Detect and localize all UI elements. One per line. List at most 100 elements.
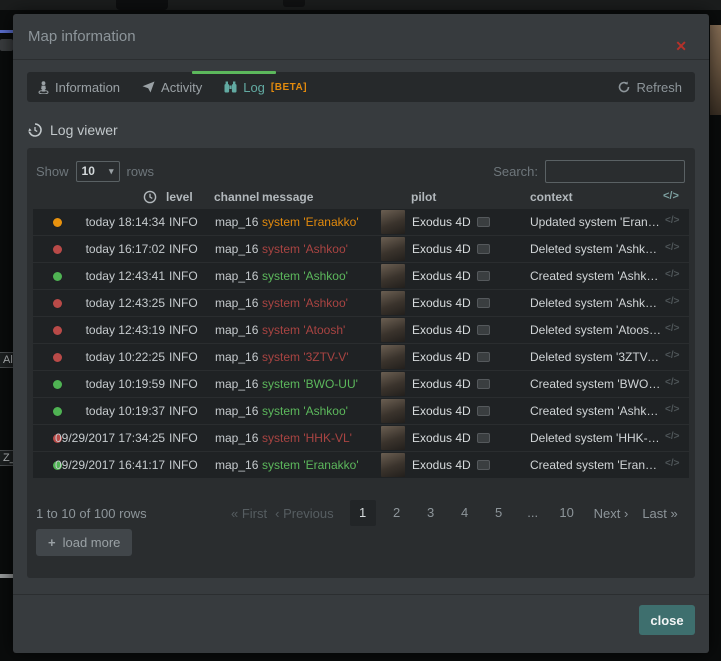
table-row[interactable]: today 10:19:37 INFO map_16 system 'Ashko…: [33, 398, 689, 424]
character-sheet-icon: [477, 352, 490, 362]
pilot-name: Exodus 4D: [412, 242, 471, 256]
table-row[interactable]: today 12:43:41 INFO map_16 system 'Ashko…: [33, 263, 689, 289]
header-channel[interactable]: channel: [214, 190, 259, 204]
row-time: today 10:19:59: [55, 377, 165, 391]
row-channel: map_16: [215, 269, 258, 283]
header-level[interactable]: level: [166, 190, 193, 204]
row-channel: map_16: [215, 296, 258, 310]
refresh-button[interactable]: Refresh: [605, 80, 695, 95]
plane-icon: [142, 81, 155, 93]
search-input[interactable]: [545, 160, 685, 183]
table-row[interactable]: today 16:17:02 INFO map_16 system 'Ashko…: [33, 236, 689, 262]
row-message: system 'BWO-UU': [262, 377, 358, 391]
pilot-avatar: [381, 426, 405, 450]
code-icon: </>: [665, 431, 679, 442]
row-channel: map_16: [215, 323, 258, 337]
history-icon: [27, 123, 42, 137]
plus-icon: +: [48, 535, 56, 550]
first-page-button[interactable]: « First: [231, 506, 267, 521]
clock-icon: [143, 190, 157, 204]
load-more-button[interactable]: + load more: [36, 529, 132, 556]
row-message: system 'Eranakko': [262, 215, 359, 229]
dialog-title: Map information: [28, 28, 136, 45]
row-context: Deleted system 'Ashkoo' ...: [530, 296, 662, 310]
page-button[interactable]: 3: [418, 500, 444, 526]
table-row[interactable]: today 10:22:25 INFO map_16 system '3ZTV-…: [33, 344, 689, 370]
table-row[interactable]: today 12:43:25 INFO map_16 system 'Ashko…: [33, 290, 689, 316]
tab-log[interactable]: Log [BETA]: [213, 72, 318, 102]
row-message: system 'Ashkoo': [262, 269, 348, 283]
row-time: today 12:43:25: [55, 296, 165, 310]
row-message: system 'Atoosh': [262, 323, 345, 337]
character-sheet-icon: [477, 244, 490, 254]
pilot-name: Exodus 4D: [412, 269, 471, 283]
table-row[interactable]: 09/29/2017 17:34:25 INFO map_16 system '…: [33, 425, 689, 451]
row-context: Created system 'Ashkoo' ...: [530, 404, 662, 418]
row-level: INFO: [169, 431, 198, 445]
row-message: system 'Ashkoo': [262, 296, 348, 310]
row-time: 09/29/2017 16:41:17: [55, 458, 165, 472]
row-pilot: Exodus 4D: [412, 269, 490, 283]
pilot-avatar: [381, 453, 405, 477]
character-sheet-icon: [477, 406, 490, 416]
row-channel: map_16: [215, 458, 258, 472]
binoculars-icon: [224, 81, 237, 93]
background-map-shape: [0, 39, 13, 51]
character-sheet-icon: [477, 460, 490, 470]
pilot-avatar: [381, 291, 405, 315]
row-time: today 12:43:41: [55, 269, 165, 283]
row-context: Created system 'Eranakko...: [530, 458, 662, 472]
row-level: INFO: [169, 323, 198, 337]
table-body: today 18:14:34 INFO map_16 system 'Erana…: [33, 209, 689, 479]
code-icon: </>: [665, 458, 679, 469]
page-button[interactable]: 4: [452, 500, 478, 526]
character-sheet-icon: [477, 433, 490, 443]
close-icon[interactable]: ✕: [675, 39, 687, 53]
row-context: Deleted system 'HHK-VL' ...: [530, 431, 662, 445]
close-button[interactable]: close: [639, 605, 695, 635]
next-page-button[interactable]: Next ›: [594, 506, 629, 521]
row-channel: map_16: [215, 431, 258, 445]
page-button[interactable]: 1: [350, 500, 376, 526]
table-row[interactable]: today 18:14:34 INFO map_16 system 'Erana…: [33, 209, 689, 235]
row-level: INFO: [169, 350, 198, 364]
code-icon: </>: [663, 190, 679, 202]
character-sheet-icon: [477, 379, 490, 389]
row-context: Created system 'BWO-UU'...: [530, 377, 662, 391]
page-button[interactable]: 2: [384, 500, 410, 526]
header-context[interactable]: context: [530, 190, 573, 204]
character-sheet-icon: [477, 271, 490, 281]
row-time: 09/29/2017 17:34:25: [55, 431, 165, 445]
previous-page-button[interactable]: ‹ Previous: [275, 506, 334, 521]
chevron-down-icon: ▾: [109, 166, 114, 177]
pilot-name: Exodus 4D: [412, 458, 471, 472]
refresh-icon: [618, 81, 630, 93]
table-row[interactable]: today 12:43:19 INFO map_16 system 'Atoos…: [33, 317, 689, 343]
pagination-summary: 1 to 10 of 100 rows: [36, 506, 231, 521]
code-icon: </>: [665, 377, 679, 388]
refresh-label: Refresh: [636, 80, 682, 95]
pagination: 1 to 10 of 100 rows « First ‹ Previous 1…: [36, 500, 685, 526]
header-pilot[interactable]: pilot: [411, 190, 436, 204]
row-pilot: Exodus 4D: [412, 431, 490, 445]
background-top-strip: [0, 0, 721, 10]
rows-per-page-select[interactable]: 10 ▾: [76, 161, 120, 182]
tab-information[interactable]: Information: [27, 72, 131, 102]
character-sheet-icon: [477, 217, 490, 227]
tab-activity[interactable]: Activity: [131, 72, 213, 102]
page-button[interactable]: 5: [486, 500, 512, 526]
row-time: today 10:19:37: [55, 404, 165, 418]
table-row[interactable]: 09/29/2017 16:41:17 INFO map_16 system '…: [33, 452, 689, 478]
page-button[interactable]: 10: [554, 500, 580, 526]
code-icon: </>: [665, 242, 679, 253]
last-page-button[interactable]: Last »: [642, 506, 677, 521]
row-channel: map_16: [215, 350, 258, 364]
pilot-avatar: [381, 318, 405, 342]
code-icon: </>: [665, 323, 679, 334]
character-sheet-icon: [477, 325, 490, 335]
table-row[interactable]: today 10:19:59 INFO map_16 system 'BWO-U…: [33, 371, 689, 397]
map-information-dialog: Map information ✕ Information Activity: [13, 14, 709, 653]
pilot-name: Exodus 4D: [412, 377, 471, 391]
header-message[interactable]: message: [262, 190, 313, 204]
row-channel: map_16: [215, 215, 258, 229]
